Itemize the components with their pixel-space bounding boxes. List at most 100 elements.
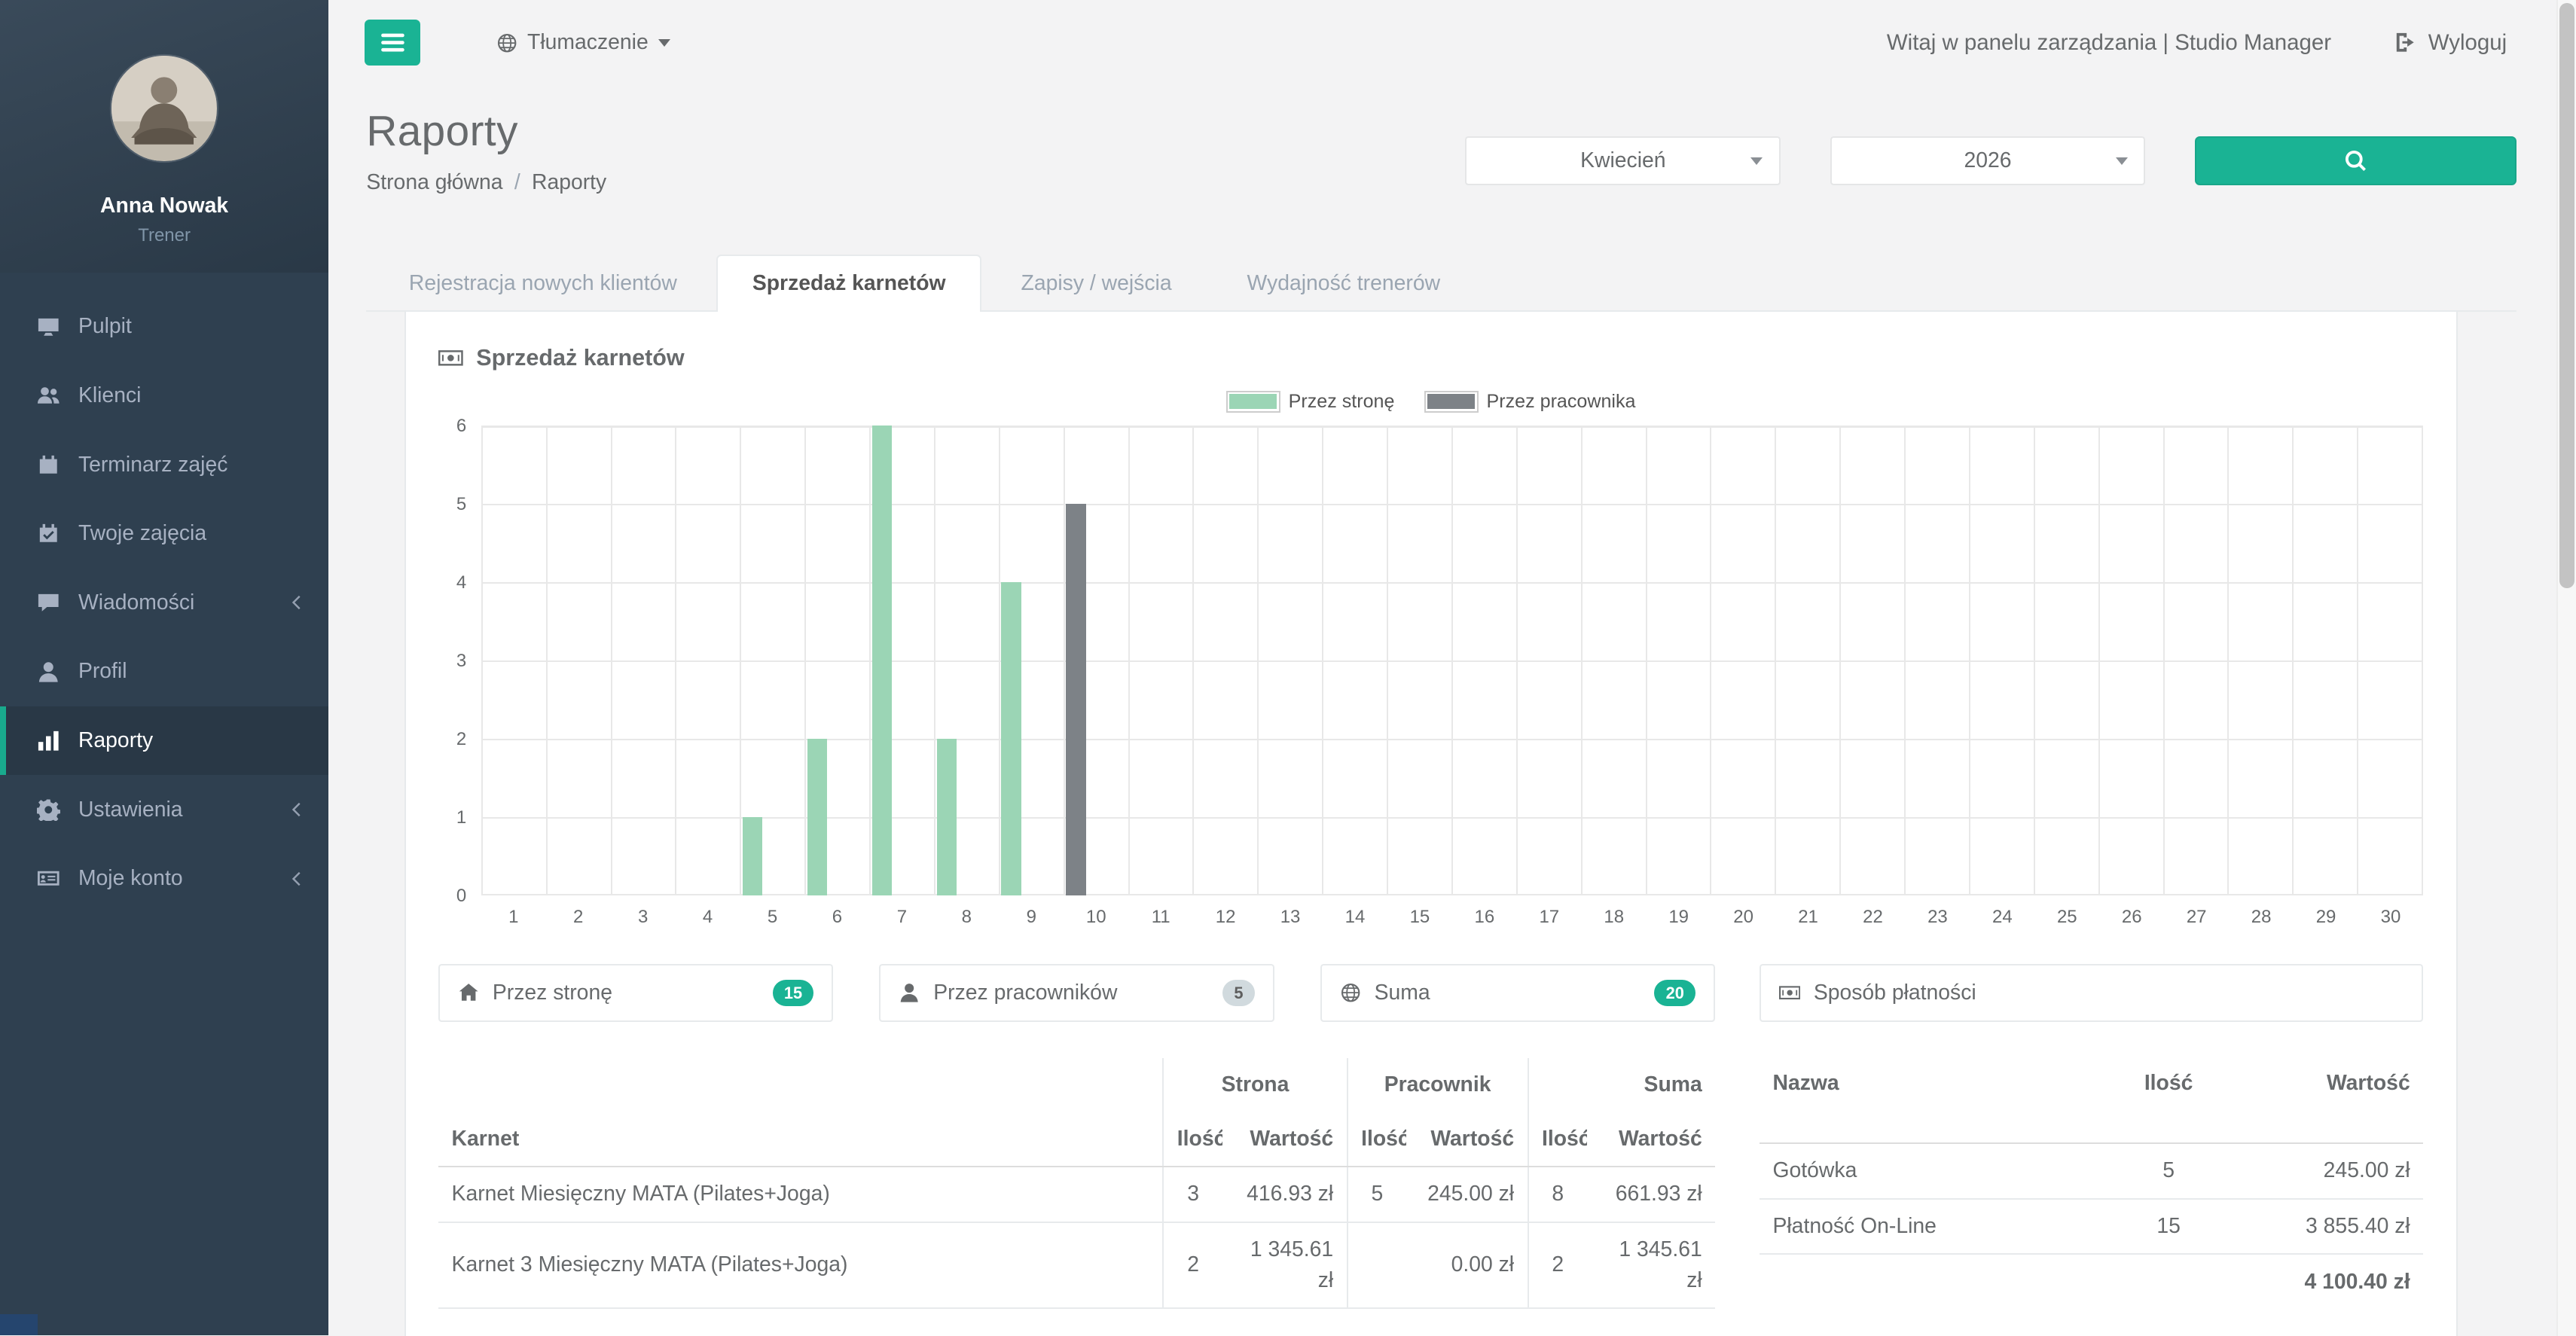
calendar-icon <box>37 453 65 477</box>
sidebar-item-label: Terminarz zajęć <box>78 453 227 477</box>
user-icon <box>37 660 65 684</box>
sidebar-item-pulpit[interactable]: Pulpit <box>0 292 328 361</box>
sidebar: Anna Nowak Trener PulpitKlienciTerminarz… <box>0 0 328 1335</box>
caret-down-icon <box>2116 157 2128 165</box>
tabs-region: Rejestracja nowych klientówSprzedaż karn… <box>328 255 2576 1336</box>
summary-box-label: Suma <box>1375 981 1430 1005</box>
sidebar-item-klienci[interactable]: Klienci <box>0 361 328 431</box>
x-axis-tick: 15 <box>1387 907 1452 928</box>
sales-cell: Karnet Miesięczny MATA (Pilates+Joga) <box>438 1167 1163 1222</box>
id-card-icon <box>37 867 65 890</box>
user-icon <box>899 982 920 1003</box>
y-axis-tick: 3 <box>456 651 466 672</box>
sales-col-header: Wartość <box>1222 1112 1348 1167</box>
report-filters: Kwiecień 2026 <box>1465 136 2516 195</box>
month-select[interactable]: Kwiecień <box>1465 136 1781 185</box>
x-axis-tick: 13 <box>1258 907 1323 928</box>
x-axis-tick: 16 <box>1452 907 1517 928</box>
summary-box-sposob-platnosci: Sposób płatności <box>1760 964 2423 1021</box>
legend-label: Przez stronę <box>1289 391 1395 413</box>
chart-y-axis: 0123456 <box>438 426 481 895</box>
hamburger-icon <box>380 29 406 56</box>
sidebar-item-ustawienia[interactable]: Ustawienia <box>0 775 328 844</box>
sidebar-item-label: Pulpit <box>78 314 132 339</box>
x-axis-tick: 22 <box>1841 907 1906 928</box>
sidebar-item-moje-konto[interactable]: Moje konto <box>0 844 328 914</box>
sales-table-row: Karnet Miesięczny MATA (Pilates+Joga)341… <box>438 1167 1715 1222</box>
money-icon <box>1779 982 1800 1003</box>
sales-col-header: Wartość <box>1406 1112 1528 1167</box>
translate-dropdown[interactable]: Tłumaczenie <box>496 30 670 55</box>
x-axis-tick: 19 <box>1647 907 1711 928</box>
sales-cell: 1 345.61 zł <box>1222 1222 1348 1309</box>
logout-button[interactable]: Wyloguj <box>2394 30 2507 56</box>
search-button[interactable] <box>2195 136 2516 185</box>
x-axis-tick: 21 <box>1776 907 1841 928</box>
x-axis-tick: 23 <box>1905 907 1970 928</box>
chart-bar <box>937 739 957 895</box>
x-axis-tick: 24 <box>1970 907 2034 928</box>
tab-0[interactable]: Rejestracja nowych klientów <box>373 255 713 312</box>
sidebar-item-raporty[interactable]: Raporty <box>0 706 328 776</box>
sidebar-item-wiadomosci[interactable]: Wiadomości <box>0 568 328 637</box>
payments-column: Sposób płatności NazwaIlośćWartość Gotów… <box>1760 964 2423 1309</box>
sidebar-item-label: Raporty <box>78 728 153 753</box>
logout-label: Wyloguj <box>2428 30 2507 56</box>
sales-group-header: Pracownik <box>1348 1058 1528 1112</box>
x-axis-tick: 9 <box>999 907 1064 928</box>
avatar[interactable] <box>111 56 217 161</box>
sidebar-toggle-button[interactable] <box>365 20 420 66</box>
summary-badge: 15 <box>773 980 814 1006</box>
sidebar-item-label: Klienci <box>78 383 142 408</box>
payments-table: NazwaIlośćWartość Gotówka5245.00 złPłatn… <box>1760 1058 2423 1309</box>
sales-table-head: StronaPracownikSumaKarnetIlośćWartośćIlo… <box>438 1058 1715 1167</box>
payments-cell: 245.00 zł <box>2226 1143 2423 1199</box>
x-axis-tick: 18 <box>1582 907 1647 928</box>
sales-cell <box>1348 1222 1407 1309</box>
x-axis-tick: 28 <box>2229 907 2294 928</box>
chevron-left-icon <box>288 870 306 888</box>
sales-cell: 5 <box>1348 1167 1407 1222</box>
sales-col-header: Karnet <box>438 1112 1163 1167</box>
money-icon <box>438 346 463 371</box>
users-icon <box>37 384 65 407</box>
payments-cell: Gotówka <box>1760 1143 2111 1199</box>
x-axis-tick: 12 <box>1193 907 1258 928</box>
summary-box-przez-pracownikow: Przez pracowników5 <box>879 964 1274 1021</box>
scrollbar-thumb[interactable] <box>2559 3 2574 587</box>
payments-col-header: Wartość <box>2226 1058 2423 1143</box>
summary-box-label: Przez stronę <box>493 981 612 1005</box>
tab-1[interactable]: Sprzedaż karnetów <box>716 255 981 312</box>
panel-title: Sprzedaż karnetów <box>438 345 2423 371</box>
x-axis-tick: 11 <box>1128 907 1193 928</box>
panel-title-text: Sprzedaż karnetów <box>476 345 684 371</box>
x-axis-tick: 8 <box>934 907 999 928</box>
sidebar-item-twoje-zajecia[interactable]: Twoje zajęcia <box>0 499 328 569</box>
chevron-left-icon <box>288 593 306 612</box>
x-axis-tick: 2 <box>546 907 611 928</box>
desktop-icon <box>37 316 65 339</box>
page-scrollbar[interactable] <box>2556 0 2576 1336</box>
tab-2[interactable]: Zapisy / wejścia <box>985 255 1208 312</box>
breadcrumb-home[interactable]: Strona główna <box>366 170 502 195</box>
legend-swatch <box>1424 391 1479 412</box>
payments-header-row: NazwaIlośćWartość <box>1760 1058 2423 1143</box>
payments-col-header: Ilość <box>2111 1058 2227 1143</box>
x-axis-tick: 14 <box>1323 907 1387 928</box>
tab-3[interactable]: Wydajność trenerów <box>1211 255 1476 312</box>
year-select[interactable]: 2026 <box>1830 136 2146 185</box>
breadcrumb-separator: / <box>514 170 520 195</box>
sidebar-item-profil[interactable]: Profil <box>0 637 328 706</box>
chevron-left-icon <box>288 801 306 819</box>
payments-total: 4 100.40 zł <box>2226 1254 2423 1309</box>
legend-swatch <box>1226 391 1280 412</box>
payments-col-header: Nazwa <box>1760 1058 2111 1143</box>
search-icon <box>2343 148 2368 173</box>
bar-chart-icon <box>37 729 65 752</box>
sidebar-item-terminarz-zajec[interactable]: Terminarz zajęć <box>0 430 328 499</box>
chart-bar <box>743 817 763 895</box>
y-axis-tick: 4 <box>456 572 466 593</box>
summary-box-suma: Suma20 <box>1320 964 1715 1021</box>
breadcrumb: Strona główna / Raporty <box>366 170 606 195</box>
payments-cell: 3 855.40 zł <box>2226 1199 2423 1255</box>
